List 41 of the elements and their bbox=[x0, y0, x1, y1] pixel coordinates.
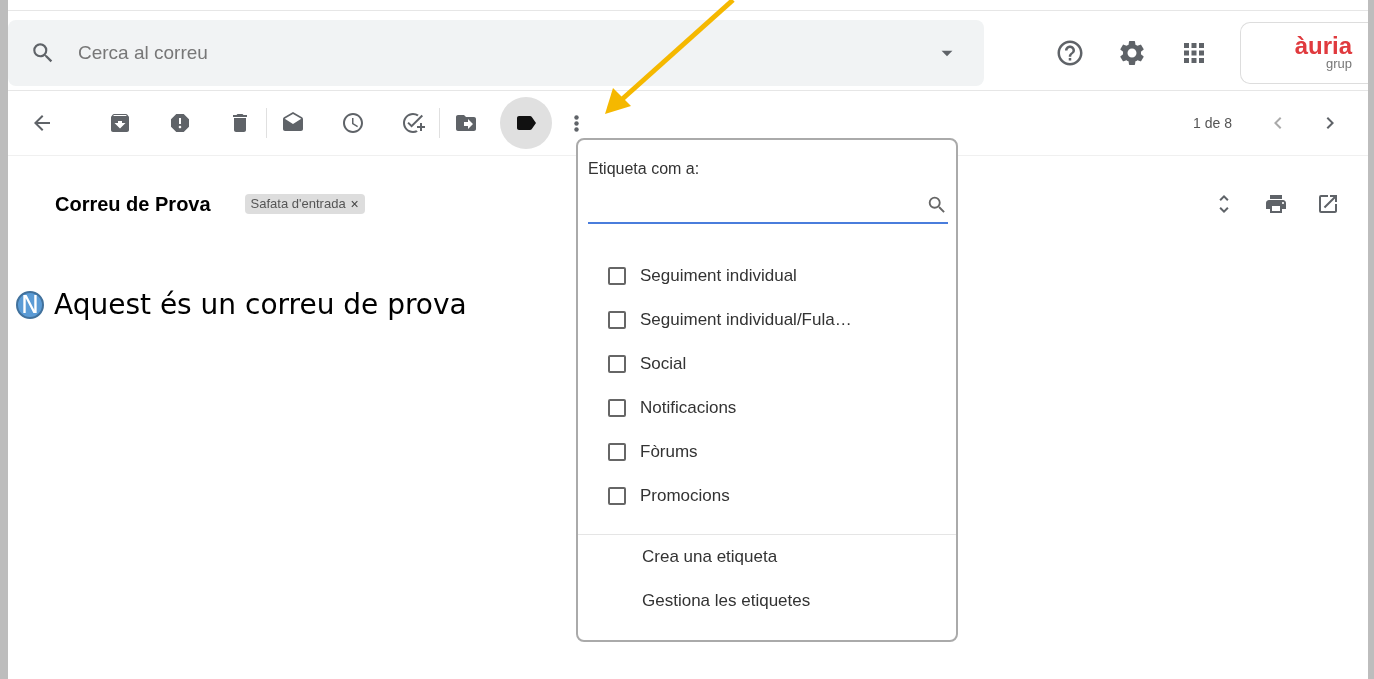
label-button[interactable] bbox=[500, 97, 552, 149]
menu-action[interactable]: Crea una etiqueta bbox=[578, 535, 956, 579]
label-name: Notificacions bbox=[640, 398, 737, 418]
label-option[interactable]: Seguiment individual bbox=[578, 254, 956, 298]
print-icon bbox=[1264, 192, 1288, 216]
more-vertical-icon bbox=[573, 114, 579, 132]
search-icon bbox=[926, 194, 948, 216]
page-counter: 1 de 8 bbox=[1193, 115, 1232, 131]
label-name: Fòrums bbox=[640, 442, 698, 462]
checkbox[interactable] bbox=[608, 399, 626, 417]
label-name: Promocions bbox=[640, 486, 730, 506]
label-option[interactable]: Social bbox=[578, 342, 956, 386]
logo-subtitle: grup bbox=[1325, 57, 1352, 70]
checkbox[interactable] bbox=[608, 443, 626, 461]
checkbox[interactable] bbox=[608, 267, 626, 285]
label-option[interactable]: Notificacions bbox=[578, 386, 956, 430]
label-name: Seguiment individual bbox=[640, 266, 797, 286]
search-field[interactable]: Cerca al correu bbox=[76, 40, 915, 65]
menu-title: Etiqueta com a: bbox=[588, 160, 701, 178]
label-name: Seguiment individual/Fula… bbox=[640, 310, 852, 330]
archive-icon bbox=[108, 111, 132, 135]
email-subject: Correu de Prova bbox=[55, 192, 211, 216]
check-plus-icon bbox=[401, 111, 425, 135]
label-option[interactable]: Seguiment individual/Fula… bbox=[578, 298, 956, 342]
email-body: Aquest és un correu de prova bbox=[54, 288, 467, 321]
label-name: Social bbox=[640, 354, 687, 374]
menu-action[interactable]: Gestiona les etiquetes bbox=[578, 579, 956, 623]
checkbox[interactable] bbox=[608, 311, 626, 329]
label-option[interactable]: Fòrums bbox=[578, 430, 956, 474]
search-bar[interactable]: Cerca al correu bbox=[8, 19, 985, 86]
checkbox[interactable] bbox=[608, 487, 626, 505]
chip-remove[interactable]: × bbox=[350, 196, 359, 212]
account-logo[interactable]: àuria grup bbox=[1240, 21, 1368, 84]
logo-name: àuria bbox=[1294, 35, 1352, 57]
checkbox[interactable] bbox=[608, 355, 626, 373]
exclamation-icon bbox=[168, 111, 192, 135]
clock-icon bbox=[341, 111, 365, 135]
open-external-icon bbox=[1316, 192, 1340, 216]
label-option[interactable]: Promocions bbox=[578, 474, 956, 518]
avatar: N bbox=[16, 290, 44, 319]
chip-label: Safata d'entrada bbox=[250, 196, 346, 212]
